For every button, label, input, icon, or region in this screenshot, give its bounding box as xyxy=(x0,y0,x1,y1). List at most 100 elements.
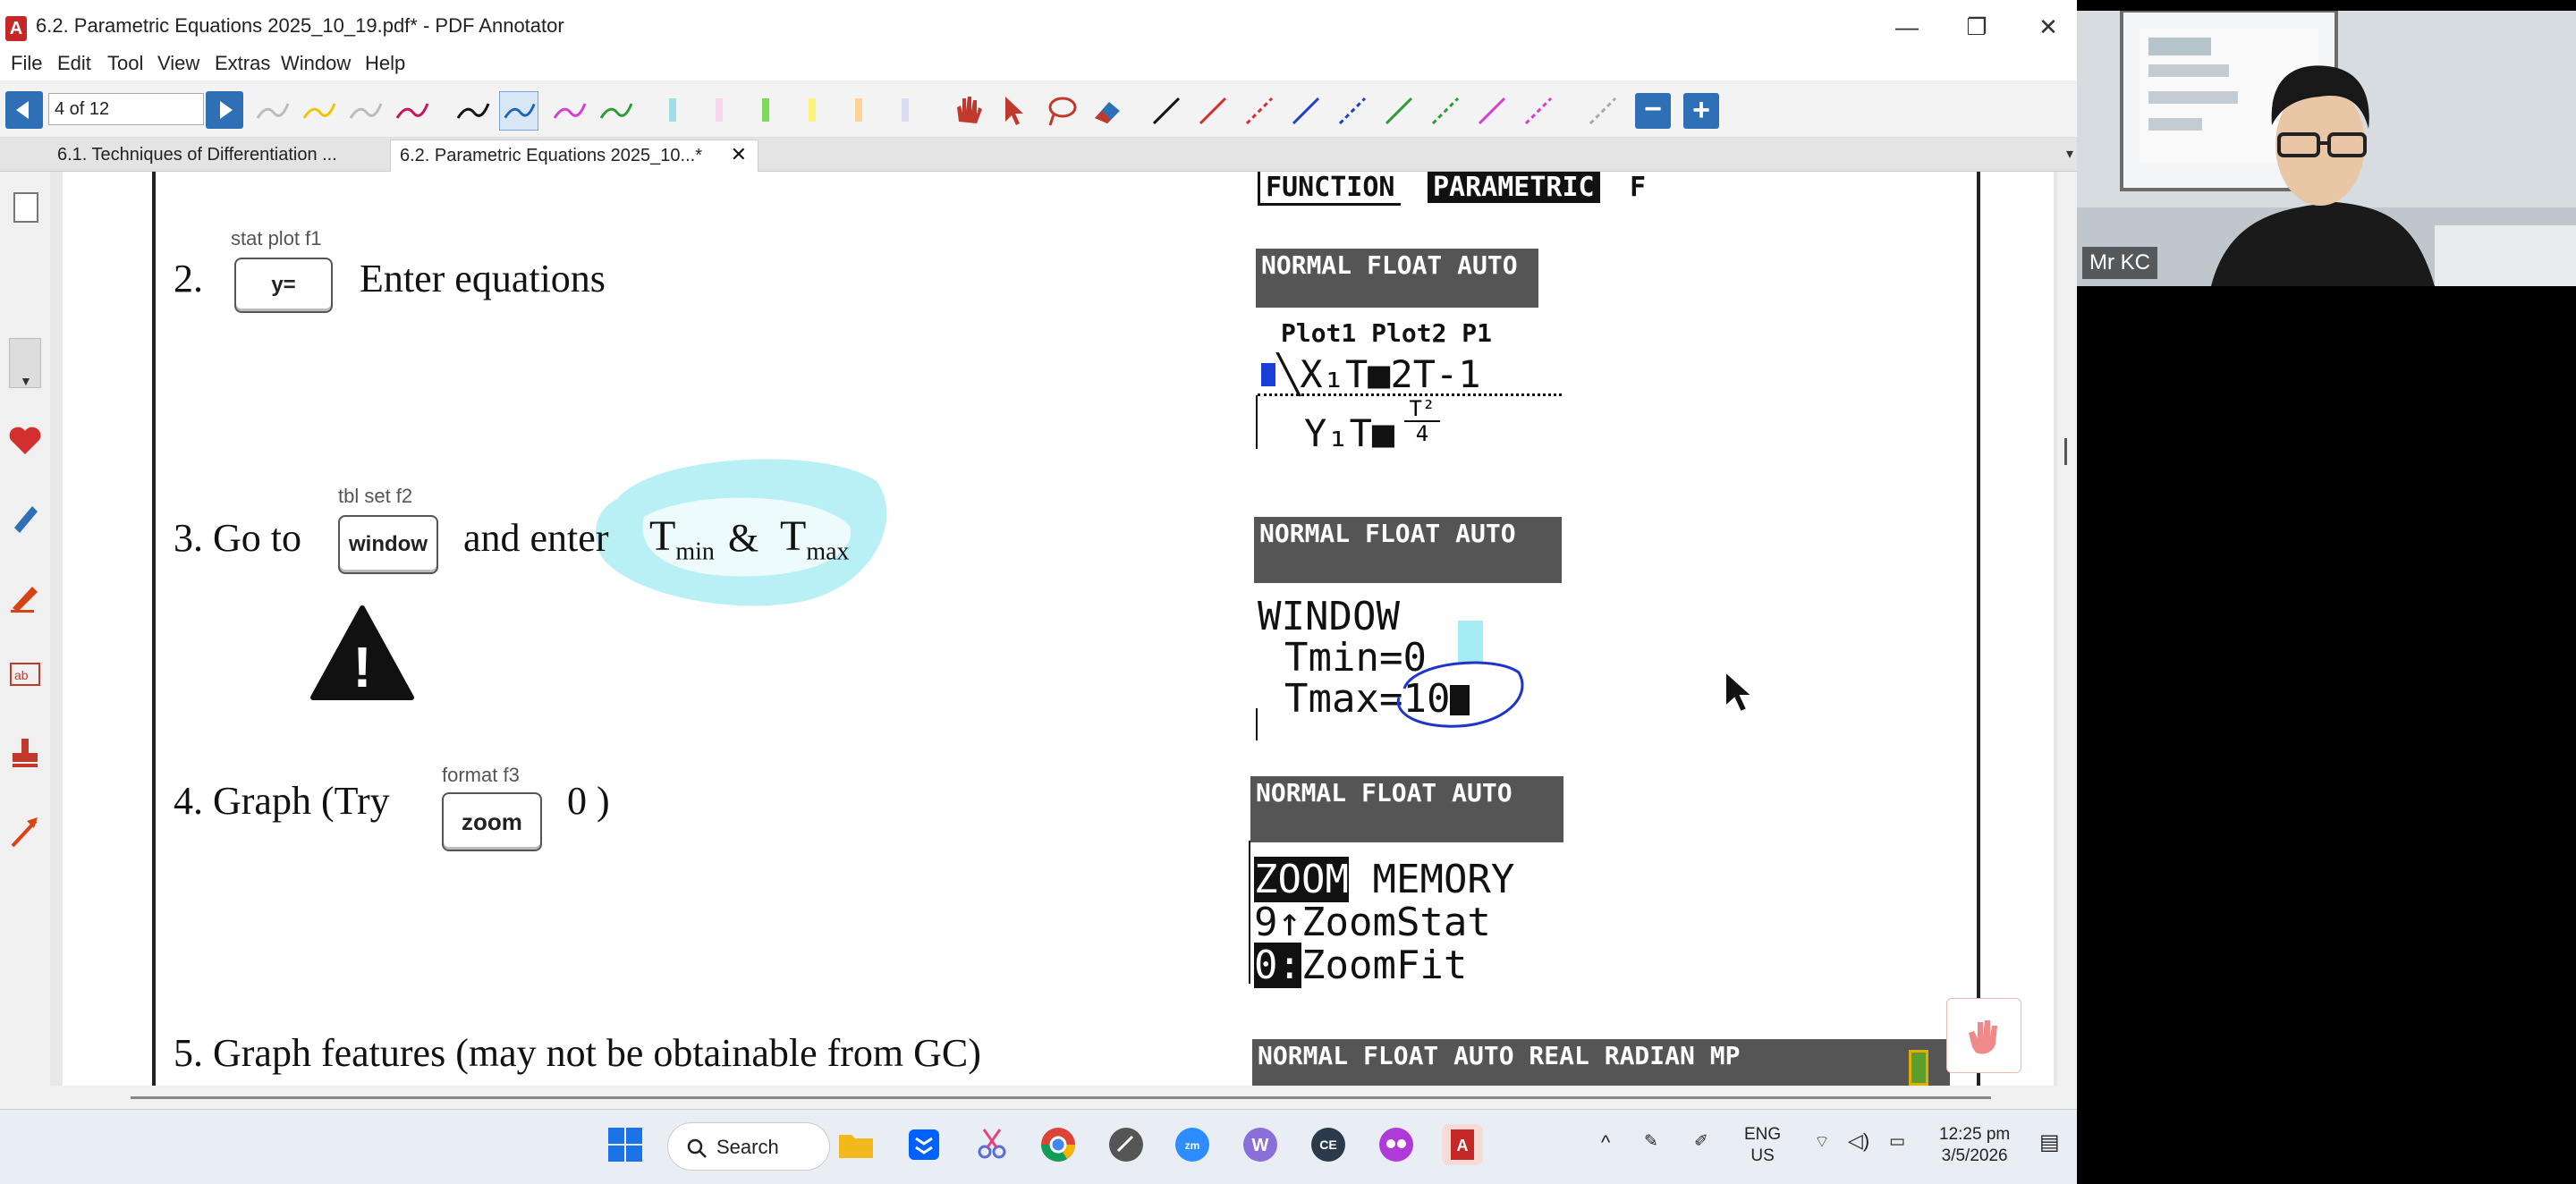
app-icon[interactable] xyxy=(1106,1124,1147,1165)
page-number-input[interactable] xyxy=(48,93,204,125)
taskbar-search-box[interactable]: Search xyxy=(667,1122,830,1171)
highlighter-icon[interactable] xyxy=(699,91,739,131)
line-tool-icon[interactable] xyxy=(1147,91,1186,131)
hand-tool-icon[interactable] xyxy=(948,91,987,131)
tab-parametric-equations[interactable]: 6.2. Parametric Equations 2025_10...* ✕ xyxy=(390,140,758,172)
pen-tool-icon[interactable] xyxy=(596,91,635,131)
zoom-out-button[interactable]: − xyxy=(1635,93,1671,129)
highlighter-icon[interactable] xyxy=(746,91,785,131)
hand-wave-icon xyxy=(1969,1020,1997,1054)
vertical-scrollbar[interactable] xyxy=(2057,172,2077,1086)
zoomfit-key: 0: xyxy=(1254,943,1301,988)
notification-icon[interactable]: ▤ xyxy=(2039,1129,2060,1155)
pen-tool-icon[interactable] xyxy=(252,91,292,131)
highlighter-icon[interactable] xyxy=(839,91,878,131)
calc-zoom-menu-tabs: ZOOM MEMORY xyxy=(1254,857,1514,902)
menu-help[interactable]: Help xyxy=(365,52,405,75)
document-view[interactable]: 2. stat plot f1 y= Enter equations 3. Go… xyxy=(50,172,2057,1086)
dashed-line-tool-icon[interactable] xyxy=(1333,91,1372,131)
raise-hand-button[interactable] xyxy=(1946,998,2021,1073)
pdf-annotator-taskbar-icon[interactable]: A xyxy=(1442,1124,1483,1165)
minimize-button[interactable]: — xyxy=(1882,9,1932,45)
zoom-tab: ZOOM xyxy=(1254,857,1349,902)
chevron-down-icon[interactable]: ▼ xyxy=(20,374,32,388)
arrow-tool-icon[interactable] xyxy=(5,812,45,851)
zoom-key: zoom xyxy=(442,792,542,851)
dashed-line-tool-icon[interactable] xyxy=(1240,91,1279,131)
menu-extras[interactable]: Extras xyxy=(215,52,270,75)
pen-tool-icon[interactable] xyxy=(453,91,492,131)
line-tool-icon[interactable] xyxy=(1472,91,1512,131)
svg-text:A: A xyxy=(1457,1137,1469,1154)
menu-tool[interactable]: Tool xyxy=(107,52,143,75)
maximize-button[interactable]: ❐ xyxy=(1952,9,2002,45)
wifi-icon[interactable]: ⌔ xyxy=(1814,1131,1830,1153)
windows-start-icon[interactable] xyxy=(605,1124,646,1165)
dropbox-icon[interactable] xyxy=(903,1124,945,1165)
pen-tool-icon[interactable] xyxy=(549,91,589,131)
calculator-app-icon[interactable]: CE xyxy=(1308,1124,1349,1165)
word-icon[interactable]: W xyxy=(1240,1124,1281,1165)
menu-window[interactable]: Window xyxy=(281,52,351,75)
pen-tool-selected-icon[interactable] xyxy=(499,91,538,131)
tab-label: 6.2. Parametric Equations 2025_10...* xyxy=(400,146,702,165)
menu-view[interactable]: View xyxy=(157,52,199,75)
pen-tool-icon[interactable] xyxy=(299,91,338,131)
scrollbar-thumb[interactable] xyxy=(2064,438,2067,465)
line-tool-icon[interactable] xyxy=(1379,91,1419,131)
zoom-app-icon[interactable]: zm xyxy=(1172,1124,1213,1165)
tabs-dropdown-icon[interactable]: ▾ xyxy=(2066,145,2073,163)
select-arrow-icon[interactable] xyxy=(995,91,1034,131)
calc-mode-trail: F xyxy=(1630,172,1647,203)
chevron-up-icon[interactable]: ^ xyxy=(1601,1131,1610,1154)
scrollbar-thumb[interactable] xyxy=(131,1096,1991,1099)
search-icon xyxy=(687,1138,707,1158)
y-equals-key: y= xyxy=(234,258,333,313)
language-indicator[interactable]: ENG US xyxy=(1744,1124,1781,1167)
calc-x-equation: ╲X₁T■2T-1 xyxy=(1277,352,1481,396)
tab-techniques-of-differentiation[interactable]: 6.1. Techniques of Differentiation ... xyxy=(48,140,346,172)
dashed-line-tool-icon[interactable] xyxy=(1583,91,1623,131)
page-thumbnail-icon[interactable] xyxy=(5,188,45,227)
previous-page-button[interactable] xyxy=(5,91,43,129)
text-box-icon[interactable]: ab xyxy=(5,655,45,694)
close-tab-icon[interactable]: ✕ xyxy=(731,143,747,166)
marker-icon[interactable] xyxy=(5,576,45,615)
pen-icon[interactable] xyxy=(5,497,45,537)
pen-settings-icon[interactable]: ✎ xyxy=(1644,1131,1658,1152)
dashed-line-tool-icon[interactable] xyxy=(1519,91,1558,131)
highlighter-icon[interactable] xyxy=(886,91,925,131)
highlighter-icon[interactable] xyxy=(653,91,692,131)
chrome-icon[interactable] xyxy=(1038,1124,1079,1165)
close-window-button[interactable]: ✕ xyxy=(2023,9,2073,45)
media-app-icon[interactable] xyxy=(1376,1124,1417,1165)
snipping-tool-icon[interactable] xyxy=(971,1124,1013,1165)
favorites-heart-icon[interactable] xyxy=(5,420,45,460)
document-tab-bar: 6.1. Techniques of Differentiation ... 6… xyxy=(0,138,2077,172)
highlighter-icon[interactable] xyxy=(792,91,832,131)
lasso-icon[interactable] xyxy=(1041,91,1080,131)
battery-charging-icon[interactable]: ▭ xyxy=(1889,1131,1905,1152)
calc-status-header: NORMAL FLOAT AUTO xyxy=(1250,776,1563,842)
volume-icon[interactable]: ◁) xyxy=(1848,1129,1869,1153)
zoom-in-button[interactable]: + xyxy=(1683,93,1719,129)
search-label: Search xyxy=(716,1136,779,1158)
toolbar: − + xyxy=(0,84,2077,138)
stamp-icon[interactable] xyxy=(5,733,45,773)
pen-tool-icon[interactable] xyxy=(392,91,431,131)
pen-tool-icon[interactable] xyxy=(345,91,385,131)
menu-file[interactable]: File xyxy=(11,52,42,75)
blue-circle-annotation xyxy=(1396,661,1524,728)
file-explorer-icon[interactable] xyxy=(835,1124,877,1165)
calc-y-fraction: T² 4 xyxy=(1404,397,1440,445)
line-tool-icon[interactable] xyxy=(1193,91,1233,131)
stylus-icon[interactable]: ✐ xyxy=(1694,1131,1708,1152)
line-tool-icon[interactable] xyxy=(1286,91,1326,131)
memory-tab: MEMORY xyxy=(1372,857,1515,902)
menu-edit[interactable]: Edit xyxy=(57,52,91,75)
dashed-line-tool-icon[interactable] xyxy=(1426,91,1465,131)
clock[interactable]: 12:25 pm 3/5/2026 xyxy=(1939,1124,2010,1167)
horizontal-scrollbar[interactable] xyxy=(50,1086,2057,1109)
next-page-button[interactable] xyxy=(206,91,243,129)
eraser-icon[interactable] xyxy=(1088,91,1127,131)
